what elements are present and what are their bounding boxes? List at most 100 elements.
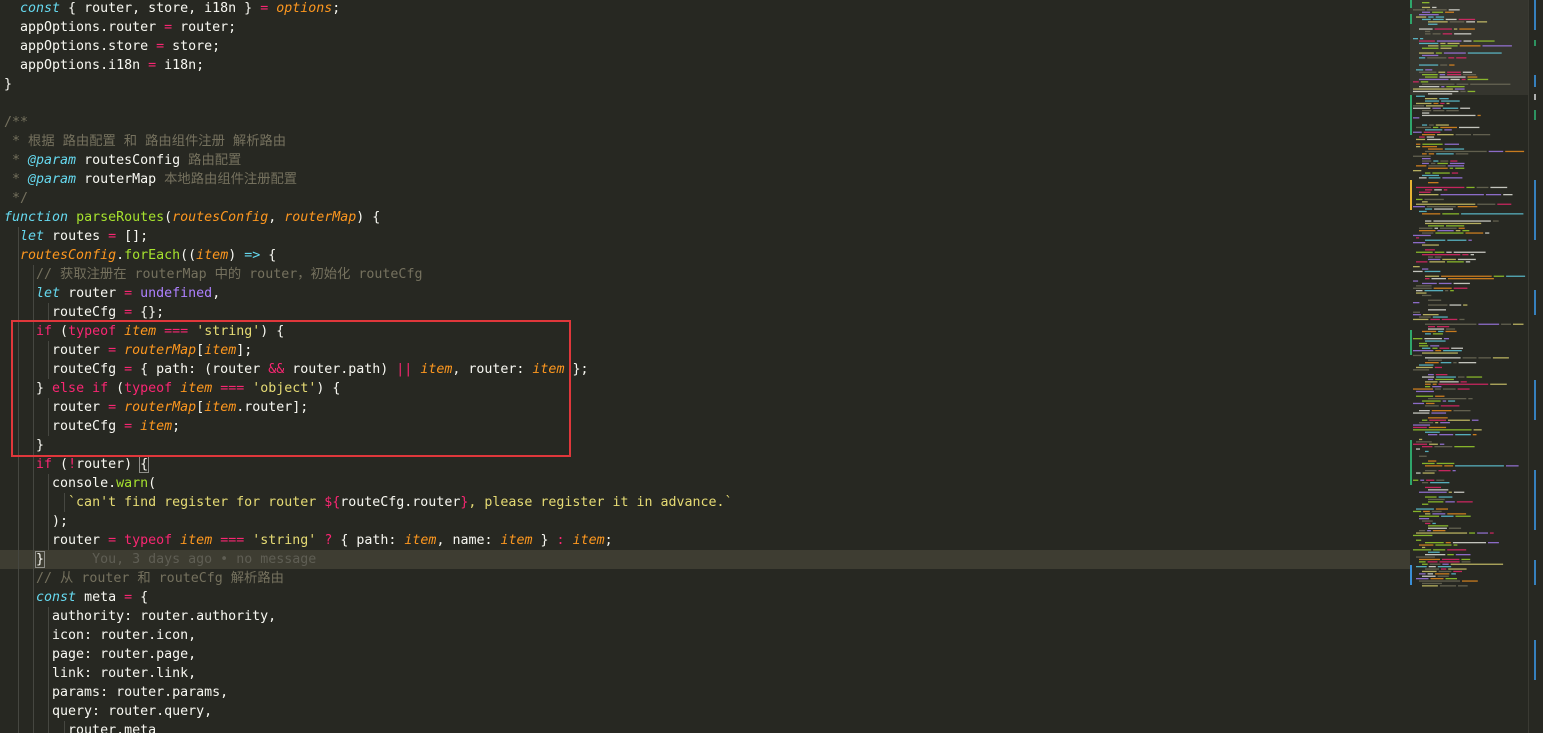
code-line[interactable]: } <box>0 75 1410 94</box>
minimap-code-mark <box>1430 578 1444 580</box>
minimap-code-mark <box>1446 110 1459 112</box>
code-line[interactable]: router = routerMap[item.router]; <box>0 398 1410 417</box>
code-token: { <box>132 590 149 605</box>
minimap-code-mark <box>1419 410 1430 412</box>
code-line[interactable] <box>0 94 1410 113</box>
code-token: item <box>180 381 213 396</box>
code-line[interactable]: * @param routesConfig 路由配置 <box>0 151 1410 170</box>
code-line[interactable]: page: router.page, <box>0 645 1410 664</box>
code-line[interactable]: /** <box>0 113 1410 132</box>
code-line[interactable]: routeCfg = item; <box>0 417 1410 436</box>
code-editor[interactable]: const { router, store, i18n } = options;… <box>0 0 1410 733</box>
minimap-code-mark <box>1422 124 1428 126</box>
code-token: routeCfg <box>4 419 125 434</box>
minimap-change-mark <box>1410 330 1412 355</box>
code-line[interactable]: router = routerMap[item]; <box>0 341 1410 360</box>
code-line[interactable]: if (typeof item === 'string') { <box>0 322 1410 341</box>
minimap-code-mark <box>1429 261 1445 263</box>
minimap-code-mark <box>1428 309 1446 311</box>
code-line[interactable]: router = typeof item === 'string' ? { pa… <box>0 531 1410 550</box>
line-text: router = routerMap[item.router]; <box>0 400 308 415</box>
minimap-code-mark <box>1447 554 1454 556</box>
minimap-code-mark <box>1467 90 1476 93</box>
line-text: link: router.link, <box>0 666 196 681</box>
code-line[interactable]: * @param routerMap 本地路由组件注册配置 <box>0 170 1410 189</box>
code-line[interactable]: let routes = []; <box>0 227 1410 246</box>
minimap-code-mark <box>1462 254 1469 256</box>
minimap-code-mark <box>1447 42 1460 45</box>
code-line[interactable]: if (!router) { <box>0 455 1410 474</box>
minimap-code-mark <box>1449 162 1465 165</box>
code-line[interactable]: // 获取注册在 routerMap 中的 router，初始化 routeCf… <box>0 265 1410 284</box>
indent-guide <box>18 436 19 455</box>
minimap-code-mark <box>1413 9 1425 11</box>
line-text: routeCfg = item; <box>0 419 180 434</box>
code-line[interactable]: console.warn( <box>0 474 1410 493</box>
minimap[interactable] <box>1410 0 1528 733</box>
minimap-code-mark <box>1413 280 1419 282</box>
line-text: * @param routerMap 本地路由组件注册配置 <box>0 172 297 187</box>
code-line[interactable]: * 根据 路由配置 和 路由组件注册 解析路由 <box>0 132 1410 151</box>
minimap-code-mark <box>1451 172 1459 174</box>
minimap-code-mark <box>1441 318 1458 321</box>
vertical-scrollbar[interactable] <box>1528 0 1543 733</box>
indent-guide <box>48 493 50 512</box>
indent-guide <box>18 398 19 417</box>
minimap-code-mark <box>1422 482 1429 484</box>
minimap-code-mark <box>1422 110 1432 112</box>
scrollbar-mark <box>1534 94 1536 100</box>
minimap-code-mark <box>1426 479 1435 481</box>
code-line[interactable]: router.meta <box>0 721 1410 733</box>
code-line[interactable]: } <box>0 436 1410 455</box>
code-token: === <box>164 324 189 339</box>
code-line[interactable]: authority: router.authority, <box>0 607 1410 626</box>
code-line[interactable]: routeCfg = {}; <box>0 303 1410 322</box>
code-token: else <box>52 381 85 396</box>
code-lines[interactable]: const { router, store, i18n } = options;… <box>0 0 1410 733</box>
minimap-code-mark <box>1451 347 1463 349</box>
code-line[interactable]: appOptions.store = store; <box>0 37 1410 56</box>
code-line[interactable]: appOptions.i18n = i18n; <box>0 56 1410 75</box>
indent-guide <box>33 531 35 550</box>
code-line[interactable]: let router = undefined, <box>0 284 1410 303</box>
code-line[interactable]: `can't find register for router ${routeC… <box>0 493 1410 512</box>
code-line[interactable]: function parseRoutes(routesConfig, route… <box>0 208 1410 227</box>
minimap-code-mark <box>1426 206 1456 208</box>
minimap-code-mark <box>1435 573 1450 575</box>
minimap-code-mark <box>1416 198 1423 201</box>
minimap-code-mark <box>1431 278 1446 280</box>
blame-annotation: You, 3 days ago • no message <box>92 552 317 567</box>
code-line[interactable]: const meta = { <box>0 588 1410 607</box>
minimap-code-mark <box>1445 330 1457 333</box>
minimap-code-mark <box>1428 417 1448 419</box>
code-line[interactable]: // 从 router 和 routeCfg 解析路由 <box>0 569 1410 588</box>
code-line[interactable]: } You, 3 days ago • no message <box>0 550 1410 569</box>
minimap-code-mark <box>1506 465 1519 467</box>
minimap-code-mark <box>1419 530 1426 532</box>
code-token: = <box>164 20 173 35</box>
code-line[interactable]: routesConfig.forEach((item) => { <box>0 246 1410 265</box>
minimap-code-mark <box>1444 465 1454 467</box>
code-token: const <box>20 1 61 16</box>
code-line[interactable]: params: router.params, <box>0 683 1410 702</box>
minimap-code-mark <box>1492 357 1509 359</box>
code-line[interactable]: ); <box>0 512 1410 531</box>
minimap-code-mark <box>1463 74 1477 76</box>
minimap-code-mark <box>1443 350 1462 352</box>
code-line[interactable]: routeCfg = { path: (router && router.pat… <box>0 360 1410 379</box>
code-line[interactable]: link: router.link, <box>0 664 1410 683</box>
minimap-code-mark <box>1422 347 1431 349</box>
code-line[interactable]: const { router, store, i18n } = options; <box>0 0 1410 18</box>
code-line[interactable]: } else if (typeof item === 'object') { <box>0 379 1410 398</box>
code-line[interactable]: icon: router.icon, <box>0 626 1410 645</box>
line-text: * 根据 路由配置 和 路由组件注册 解析路由 <box>0 134 286 149</box>
line-text: if (!router) { <box>0 456 150 473</box>
minimap-code-mark <box>1413 534 1433 537</box>
code-line[interactable]: query: router.query, <box>0 702 1410 721</box>
code-line[interactable]: appOptions.router = router; <box>0 18 1410 37</box>
code-line[interactable]: */ <box>0 189 1410 208</box>
